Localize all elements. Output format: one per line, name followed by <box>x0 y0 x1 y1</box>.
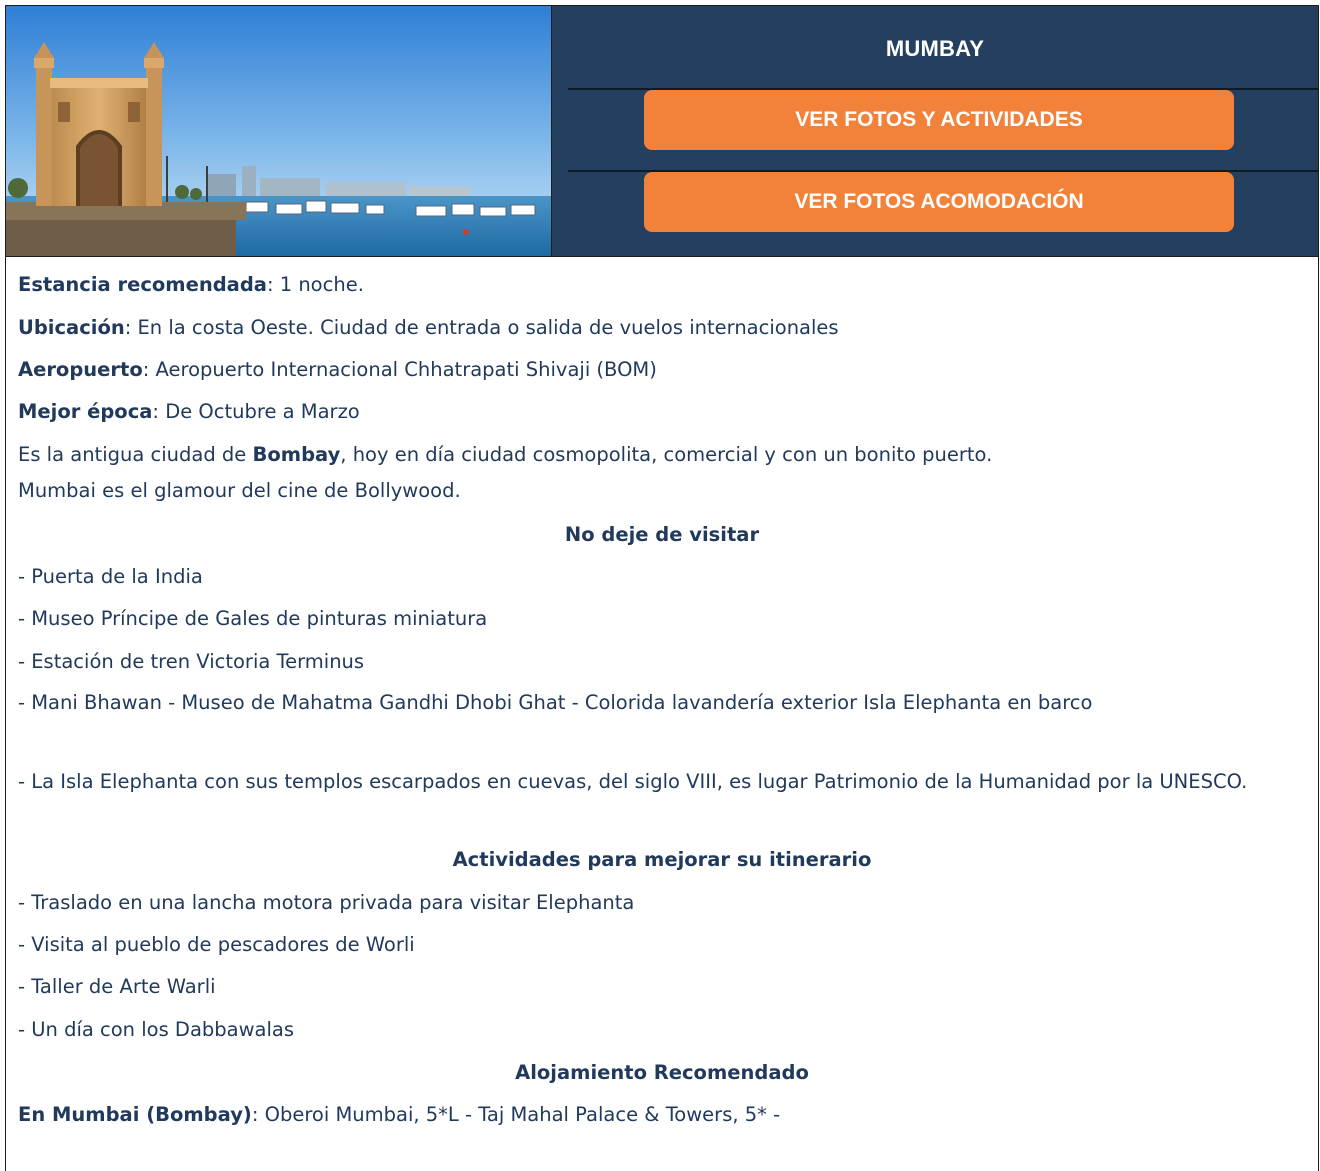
season-label: Mejor época <box>18 400 153 423</box>
description-suffix: , hoy en día ciudad cosmopolita, comerci… <box>340 443 993 466</box>
description-line-1: Es la antigua ciudad de Bombay, hoy en d… <box>18 443 992 466</box>
visit-item: - La Isla Elephanta con sus templos esca… <box>18 770 1248 793</box>
lodging-row: En Mumbai (Bombay): Oberoi Mumbai, 5*L -… <box>18 1103 780 1126</box>
description-line-2: Mumbai es el glamour del cine de Bollywo… <box>18 479 461 502</box>
view-activities-button[interactable]: VER FOTOS Y ACTIVIDADES <box>644 90 1234 150</box>
lodging-value: : Oberoi Mumbai, 5*L - Taj Mahal Palace … <box>251 1103 781 1126</box>
activity-item: - Visita al pueblo de pescadores de Worl… <box>18 933 415 956</box>
activity-item: - Traslado en una lancha motora privada … <box>18 891 635 914</box>
activities-heading: Actividades para mejorar su itinerario <box>452 848 872 871</box>
visit-item: - Mani Bhawan - Museo de Mahatma Gandhi … <box>18 691 1093 714</box>
destination-header: MUMBAY VER FOTOS Y ACTIVIDADES VER FOTOS… <box>6 6 1318 257</box>
page-frame: MUMBAY VER FOTOS Y ACTIVIDADES VER FOTOS… <box>5 5 1319 1171</box>
airport-row: Aeropuerto: Aeropuerto Internacional Chh… <box>18 358 657 381</box>
location-value: : En la costa Oeste. Ciudad de entrada o… <box>124 316 839 339</box>
stay-value: : 1 noche. <box>266 273 364 296</box>
stay-label: Estancia recomendada <box>18 273 267 296</box>
visit-heading: No deje de visitar <box>564 523 760 546</box>
lodging-heading: Alojamiento Recomendado <box>515 1061 809 1084</box>
destination-panel: MUMBAY VER FOTOS Y ACTIVIDADES VER FOTOS… <box>552 6 1318 256</box>
visit-item: - Museo Príncipe de Gales de pinturas mi… <box>18 607 488 630</box>
stay-row: Estancia recomendada: 1 noche. <box>18 273 364 296</box>
location-label: Ubicación <box>18 316 125 339</box>
city-title: MUMBAY <box>885 36 985 61</box>
airport-value: : Aeropuerto Internacional Chhatrapati S… <box>142 358 657 381</box>
view-accommodation-button[interactable]: VER FOTOS ACOMODACIÓN <box>644 172 1234 232</box>
airport-label: Aeropuerto <box>18 358 143 381</box>
activity-item: - Taller de Arte Warli <box>18 975 216 998</box>
lodging-label: En Mumbai (Bombay) <box>18 1103 252 1126</box>
description-bold: Bombay <box>252 443 341 466</box>
location-row: Ubicación: En la costa Oeste. Ciudad de … <box>18 316 839 339</box>
description-prefix: Es la antigua ciudad de <box>18 443 253 466</box>
gateway-of-india-photo <box>6 6 552 256</box>
visit-item: - Estación de tren Victoria Terminus <box>18 650 365 673</box>
season-row: Mejor época: De Octubre a Marzo <box>18 400 360 423</box>
activity-item: - Un día con los Dabbawalas <box>18 1018 295 1041</box>
season-value: : De Octubre a Marzo <box>152 400 360 423</box>
city-photo-illustration <box>6 6 551 256</box>
visit-item: - Puerta de la India <box>18 565 203 588</box>
